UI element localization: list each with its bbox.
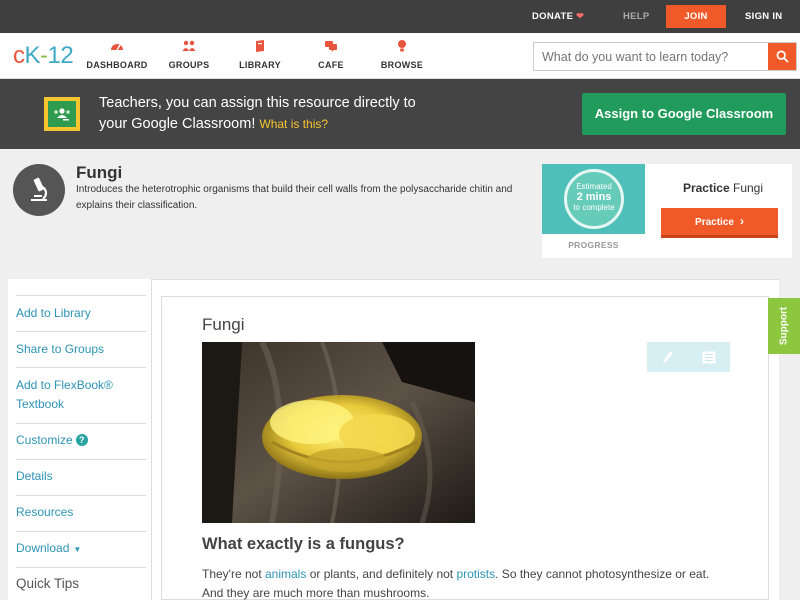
page-description: Introduces the heterotrophic organisms t… [76,184,513,211]
chevron-right-icon: › [739,214,744,228]
sidebar-divider [16,367,146,368]
ck12-logo[interactable]: cK-12 [13,42,74,70]
join-button[interactable]: JOIN [666,5,726,28]
practice-title-bold: Practice [682,181,730,195]
sidebar-divider [16,531,146,532]
edit-button[interactable] [647,350,688,364]
protists-link[interactable]: protists [456,567,495,581]
sidebar-item-add-to-flexbook[interactable]: Add to FlexBook® Textbook [16,376,146,414]
main-navbar: cK-12 DASHBOARD GROUPS LIBRARY CAFE BROW… [0,33,800,79]
content-paragraph: They're not animals or plants, and defin… [202,565,742,600]
practice-button-label: Practice [695,217,734,228]
practice-button[interactable]: Practice › [661,208,778,238]
sidebar-divider [16,295,146,296]
dashboard-icon [111,44,123,51]
notes-icon [702,351,715,363]
banner-line-1: Teachers, you can assign this resource d… [99,95,416,111]
paragraph-text-1: They're not [202,567,265,581]
content-tools [647,342,730,372]
search-input[interactable] [534,43,769,70]
cafe-icon [325,41,337,52]
sidebar-item-download-label: Download [16,541,70,555]
to-complete-label: to complete [573,203,615,212]
sidebar-item-add-to-flexbook-line1: Add to FlexBook® [16,378,113,392]
sidebar-item-resources[interactable]: Resources [16,503,146,522]
sidebar-divider [16,459,146,460]
library-icon [256,40,264,52]
heart-icon: ❤ [576,11,585,21]
content-title: Fungi [202,315,245,334]
paragraph-text-4: And they are much more than mushrooms. [202,586,430,600]
sidebar-item-share-to-groups[interactable]: Share to Groups [16,340,146,359]
sidebar-item-add-to-flexbook-line2: Textbook [16,397,65,411]
nav-dashboard[interactable]: DASHBOARD [82,39,152,70]
nav-library-label: LIBRARY [239,60,281,70]
donate-link[interactable]: DONATE ❤ [532,0,584,33]
practice-card: Estimated 2 mins to complete PROGRESS Pr… [542,164,792,258]
nav-groups[interactable]: GROUPS [154,39,224,70]
nav-dashboard-label: DASHBOARD [86,60,148,70]
help-icon[interactable]: ? [75,434,88,446]
logo-num: 12 [47,42,74,69]
nav-browse[interactable]: BROWSE [367,39,437,70]
page-title: Fungi [76,163,123,182]
section-heading: What exactly is a fungus? [202,535,405,553]
practice-title-topic: Fungi [733,181,764,195]
groups-icon [182,40,196,51]
banner-message: Teachers, you can assign this resource d… [99,93,416,135]
sidebar-divider [16,423,146,424]
sidebar-item-customize-label: Customize [16,433,73,447]
sidebar-divider [16,331,146,332]
what-is-this-link[interactable]: What is this? [259,117,328,131]
microscope-icon [13,164,65,216]
search-box [533,42,797,71]
help-link[interactable]: HELP [623,0,650,33]
logo-dash: - [40,42,48,69]
nav-cafe-label: CAFE [318,60,344,70]
fungi-photo [202,342,475,523]
search-icon [776,50,789,63]
banner-line-2: your Google Classroom! [99,116,256,132]
support-label: Support [778,306,790,346]
sidebar-item-customize[interactable]: Customize? [16,431,146,450]
sidebar-divider [16,567,146,568]
paragraph-text-3: . So they cannot photosynthesize or eat. [495,567,710,581]
nav-library[interactable]: LIBRARY [225,39,295,70]
top-utility-bar: DONATE ❤ HELP JOIN SIGN IN [0,0,800,33]
logo-k: K [24,42,41,69]
quick-tips-heading[interactable]: Quick Tips [16,576,79,591]
estimated-time: Estimated 2 mins to complete [564,182,624,212]
sidebar-item-download[interactable]: Download ▼ [16,539,146,559]
google-classroom-banner: Teachers, you can assign this resource d… [0,79,800,149]
practice-title: Practice Fungi [658,181,788,195]
pencil-icon [662,351,673,363]
google-classroom-icon [44,97,80,131]
sign-in-link[interactable]: SIGN IN [745,0,782,33]
progress-label: PROGRESS [568,240,619,250]
browse-icon [398,40,406,52]
nav-groups-label: GROUPS [168,60,210,70]
donate-label: DONATE [532,11,574,22]
nav-cafe[interactable]: CAFE [296,39,366,70]
search-button[interactable] [768,43,796,70]
caret-down-icon: ▼ [73,545,82,554]
logo-c: c [13,42,25,69]
left-sidebar: Add to Library Share to Groups Add to Fl… [8,279,151,600]
estimated-label: Estimated [576,182,612,191]
nav-browse-label: BROWSE [380,60,424,70]
assign-to-google-classroom-button[interactable]: Assign to Google Classroom [582,93,786,135]
notes-button[interactable] [688,351,729,364]
animals-link[interactable]: animals [265,567,306,581]
practice-thumbnail: Estimated 2 mins to complete [542,164,645,234]
support-tab[interactable]: Support [768,298,800,354]
sidebar-item-details[interactable]: Details [16,467,146,486]
sidebar-item-add-to-library[interactable]: Add to Library [16,304,146,323]
paragraph-text-2: or plants, and definitely not [306,567,457,581]
estimated-minutes: 2 mins [576,191,612,203]
sidebar-divider [16,495,146,496]
